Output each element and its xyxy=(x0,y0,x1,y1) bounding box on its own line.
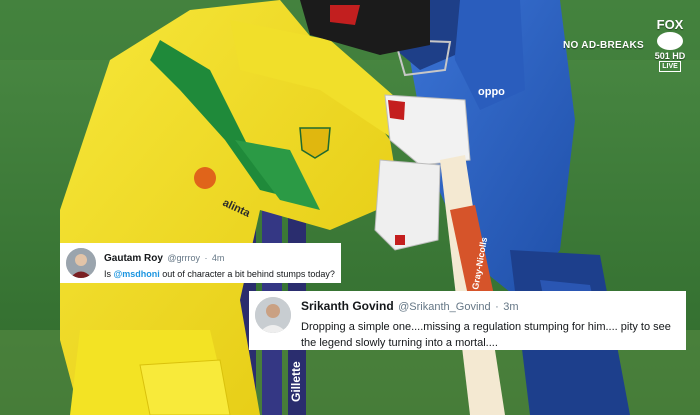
broadcast-badge: NO AD-BREAKS FOX 501 HD LIVE xyxy=(563,18,688,72)
tweet-body: Srikanth Govind @Srikanth_Govind · 3m Dr… xyxy=(301,297,680,351)
tweet-header: Gautam Roy @grrroy · 4m xyxy=(104,248,335,266)
cricket-ball-icon xyxy=(657,32,683,50)
separator-dot: · xyxy=(495,301,499,313)
avatar xyxy=(255,297,291,333)
tweet-body: Gautam Roy @grrroy · 4m Is @msdhoni out … xyxy=(104,248,335,279)
channel-name: FOX xyxy=(656,17,684,32)
sponsor-logo xyxy=(194,167,216,189)
live-badge: LIVE xyxy=(659,61,681,72)
broadcast-scene: oppo Gillette Gillette alinta xyxy=(0,0,700,415)
tweet-author-handle[interactable]: @Srikanth_Govind xyxy=(398,301,491,313)
tweet-author-name: Srikanth Govind xyxy=(301,299,394,313)
tweet-author-handle[interactable]: @grrroy xyxy=(167,253,200,263)
keeper-sponsor-text: oppo xyxy=(478,86,505,98)
no-ad-breaks-label: NO AD-BREAKS xyxy=(562,39,644,51)
avatar xyxy=(66,248,96,278)
tweet-card[interactable]: Srikanth Govind @Srikanth_Govind · 3m Dr… xyxy=(249,291,686,350)
tweet-text: Dropping a simple one....missing a regul… xyxy=(301,321,671,349)
tweet-timestamp[interactable]: 4m xyxy=(212,253,225,263)
separator-dot: · xyxy=(204,253,208,263)
tweet-timestamp[interactable]: 3m xyxy=(503,301,518,313)
tweet-mention-link[interactable]: @msdhoni xyxy=(114,269,160,279)
channel-logo: FOX 501 HD LIVE xyxy=(652,18,688,72)
tweet-header: Srikanth Govind @Srikanth_Govind · 3m xyxy=(301,297,680,315)
channel-number: 501 HD xyxy=(654,51,686,61)
person-icon xyxy=(66,248,96,278)
tweet-author-name: Gautam Roy xyxy=(104,253,163,264)
tweet-text: Is @msdhoni out of character a bit behin… xyxy=(104,269,335,279)
svg-text:Gillette: Gillette xyxy=(289,361,303,402)
tweet-card[interactable]: Gautam Roy @grrroy · 4m Is @msdhoni out … xyxy=(60,243,341,283)
bottom-glove xyxy=(374,159,441,251)
person-icon xyxy=(255,297,291,333)
